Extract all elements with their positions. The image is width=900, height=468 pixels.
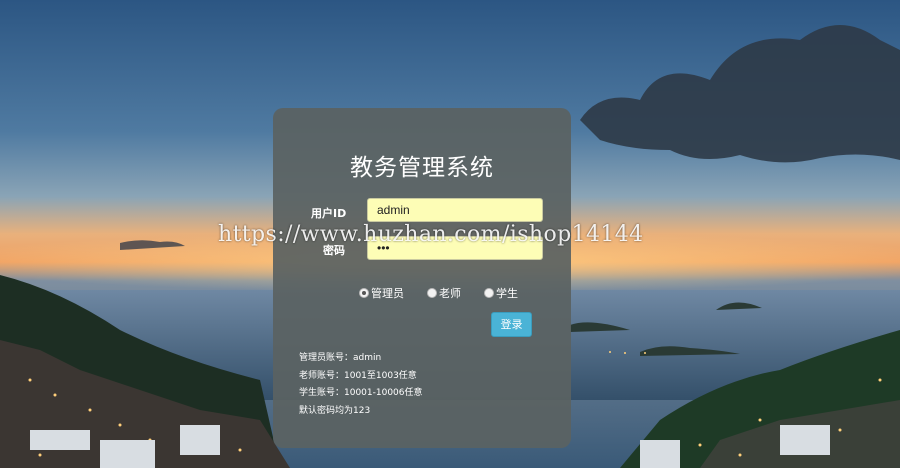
role-label-admin: 管理员	[371, 287, 404, 300]
role-radio-teacher[interactable]: 老师	[427, 285, 461, 301]
info-admin-account: 管理员账号：admin	[299, 353, 382, 363]
info-default-password: 默认密码均为123	[299, 406, 371, 416]
user-id-label: 用户ID	[311, 207, 347, 220]
page-title: 教务管理系统	[350, 155, 494, 181]
role-radio-student[interactable]: 学生	[484, 285, 518, 301]
login-panel: 教务管理系统 用户ID 密码 ••• 管理员 老师 学生 登录 管理员账号：ad…	[273, 108, 571, 448]
info-teacher-account: 老师账号：1001至1003任意	[299, 371, 417, 381]
info-student-account: 学生账号：10001-10006任意	[299, 388, 423, 398]
radio-selected-icon	[359, 288, 369, 298]
login-button[interactable]: 登录	[491, 312, 532, 337]
watermark-text: https://www.huzhan.com/ishop14144	[218, 222, 644, 247]
role-radio-admin[interactable]: 管理员	[359, 285, 404, 301]
radio-icon	[427, 288, 437, 298]
role-label-student: 学生	[496, 287, 518, 300]
role-label-teacher: 老师	[439, 287, 461, 300]
radio-icon	[484, 288, 494, 298]
user-id-input[interactable]	[367, 198, 543, 222]
